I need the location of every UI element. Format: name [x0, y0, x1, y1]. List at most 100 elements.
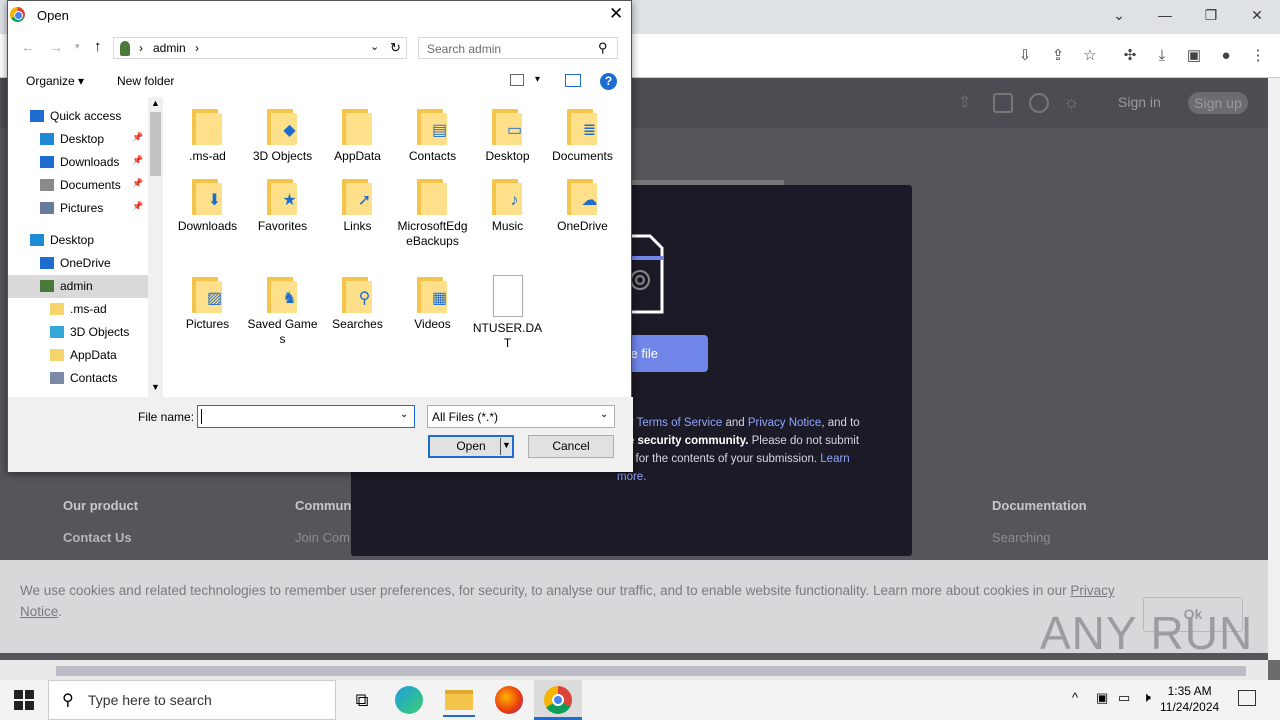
nav-item[interactable]: AppData [8, 344, 148, 367]
folder-badge-icon: ♪ [510, 192, 519, 209]
recent-chevron-icon[interactable]: ▾ [75, 41, 80, 52]
file-name: Music [491, 219, 524, 233]
file-name-input[interactable] [197, 405, 415, 428]
profile-icon[interactable]: ● [1213, 44, 1239, 68]
restore-button[interactable]: ❐ [1188, 4, 1234, 26]
nav-item[interactable]: Desktop [8, 229, 148, 252]
nav-item[interactable]: .ms-ad [8, 298, 148, 321]
help-icon[interactable] [1029, 93, 1049, 113]
forward-arrow-icon[interactable]: → [49, 39, 63, 55]
menu-icon[interactable]: ⋮ [1245, 44, 1271, 68]
nav-item-label: Quick access [50, 109, 122, 123]
theme-icon[interactable]: ☼ [1063, 92, 1080, 113]
scroll-down-icon[interactable]: ▼ [151, 382, 160, 392]
file-item[interactable]: ♞ Saved Games [245, 275, 320, 347]
nav-item[interactable]: Contacts [8, 367, 148, 390]
up-arrow-icon[interactable]: ↑ [94, 38, 102, 55]
cancel-button[interactable]: Cancel [528, 435, 614, 458]
view-dropdown-icon[interactable]: ▾ [535, 74, 540, 85]
file-item[interactable]: ⬇ Downloads [170, 177, 245, 234]
terms-link[interactable]: Terms of Service [637, 417, 723, 429]
file-explorer-icon[interactable] [445, 690, 473, 710]
file-item[interactable]: ★ Favorites [245, 177, 320, 234]
nav-scrollbar-thumb[interactable] [150, 112, 161, 176]
file-item[interactable]: .ms-ad [170, 107, 245, 164]
star-icon [30, 110, 44, 122]
new-folder-button[interactable]: New folder [117, 74, 174, 88]
extensions-icon[interactable]: ✣ [1117, 44, 1143, 68]
upload-icon[interactable]: ⇧ [958, 92, 978, 112]
file-item[interactable]: MicrosoftEdgeBackups [395, 177, 470, 249]
file-type-dropdown-icon[interactable]: ⌄ [600, 409, 608, 420]
file-item[interactable]: ▭ Desktop [470, 107, 545, 164]
file-list: .ms-ad ◆ 3D Objects AppData ▤ Contacts ▭ Deskto… [170, 97, 632, 397]
search-input[interactable]: Search admin [418, 37, 618, 59]
back-arrow-icon[interactable]: ← [21, 39, 35, 55]
firefox-icon[interactable] [495, 686, 523, 714]
file-name-dropdown-icon[interactable]: ⌄ [400, 409, 408, 420]
footer-link[interactable]: Contact Us [63, 530, 132, 545]
preview-pane-icon[interactable] [565, 74, 581, 87]
scroll-up-icon[interactable]: ▲ [151, 98, 160, 108]
nav-item[interactable]: admin [8, 275, 148, 298]
bookmark-star-icon[interactable]: ☆ [1077, 44, 1103, 68]
page-scrollbar-vertical[interactable] [1268, 78, 1280, 660]
download-icon[interactable]: ⤓ [1149, 44, 1175, 68]
file-item[interactable]: ▤ Contacts [395, 107, 470, 164]
clock[interactable]: 1:35 AM 11/24/2024 [1160, 683, 1219, 715]
desktop-icon [30, 234, 44, 246]
file-item[interactable]: ♪ Music [470, 177, 545, 234]
nav-item[interactable]: OneDrive [8, 252, 148, 275]
organize-menu[interactable]: Organize ▾ [26, 74, 84, 88]
pin-icon: 📌 [132, 201, 144, 211]
task-view-icon[interactable]: ⧉ [345, 684, 379, 716]
nav-item[interactable]: 3D Objects [8, 321, 148, 344]
file-item[interactable]: ☁ OneDrive [545, 177, 620, 234]
nav-item[interactable]: Documents 📌 [8, 174, 148, 197]
install-icon[interactable]: ⇩ [1012, 44, 1038, 68]
footer-heading: Documentation [992, 498, 1087, 513]
file-item[interactable]: ⚲ Searches [320, 275, 395, 332]
file-item[interactable]: AppData [320, 107, 395, 164]
volume-icon[interactable]: 🕨 [1142, 689, 1151, 706]
share-icon[interactable]: ⇪ [1045, 44, 1071, 68]
close-button[interactable]: ✕ [1234, 4, 1280, 26]
windows-start-icon[interactable] [14, 690, 34, 710]
dialog-close-button[interactable]: ✕ [609, 4, 623, 24]
tray-chevron-icon[interactable]: ^ [1072, 690, 1078, 705]
help-button[interactable]: ? [600, 73, 617, 90]
file-item[interactable]: NTUSER.DAT [470, 275, 545, 351]
sign-in-link[interactable]: Sign in [1118, 94, 1161, 110]
nav-item[interactable]: Pictures 📌 [8, 197, 148, 220]
footer-link[interactable]: Join Com [295, 530, 350, 545]
folder-badge-icon: ▨ [206, 290, 223, 307]
file-item[interactable]: ≣ Documents [545, 107, 620, 164]
file-type-select[interactable]: All Files (*.*) [427, 405, 615, 428]
privacy-link[interactable]: Privacy Notice [748, 417, 822, 429]
footer-link[interactable]: Searching [992, 530, 1051, 545]
sign-up-button[interactable]: Sign up [1188, 92, 1248, 114]
notifications-icon[interactable] [1238, 690, 1256, 706]
folder-icon [341, 107, 374, 145]
address-dropdown-icon[interactable]: ⌄ [370, 40, 379, 53]
file-item[interactable]: ◆ 3D Objects [245, 107, 320, 164]
open-dropdown-icon[interactable]: ▼ [502, 440, 511, 450]
tray-device-icon[interactable]: ▣ [1096, 690, 1108, 706]
network-icon[interactable]: ▭ [1118, 690, 1130, 706]
side-panel-icon[interactable]: ▣ [1181, 44, 1207, 68]
nav-item[interactable]: Quick access [8, 105, 148, 128]
file-item[interactable]: ▨ Pictures [170, 275, 245, 332]
file-item[interactable]: ➚ Links [320, 177, 395, 234]
breadcrumb-admin[interactable]: admin [153, 41, 186, 55]
minimize-button[interactable]: — [1142, 4, 1188, 26]
scrollbar-thumb[interactable] [56, 666, 1246, 676]
edge-icon[interactable] [395, 686, 423, 714]
nav-item[interactable]: Downloads 📌 [8, 151, 148, 174]
file-item[interactable]: ▦ Videos [395, 275, 470, 332]
view-icon[interactable] [510, 74, 524, 86]
nav-item[interactable]: Desktop 📌 [8, 128, 148, 151]
chevron-down-icon[interactable]: ⌄ [1096, 4, 1142, 26]
refresh-icon[interactable]: ↻ [390, 40, 401, 56]
file-name: Pictures [185, 317, 230, 331]
chat-icon[interactable] [993, 93, 1013, 113]
